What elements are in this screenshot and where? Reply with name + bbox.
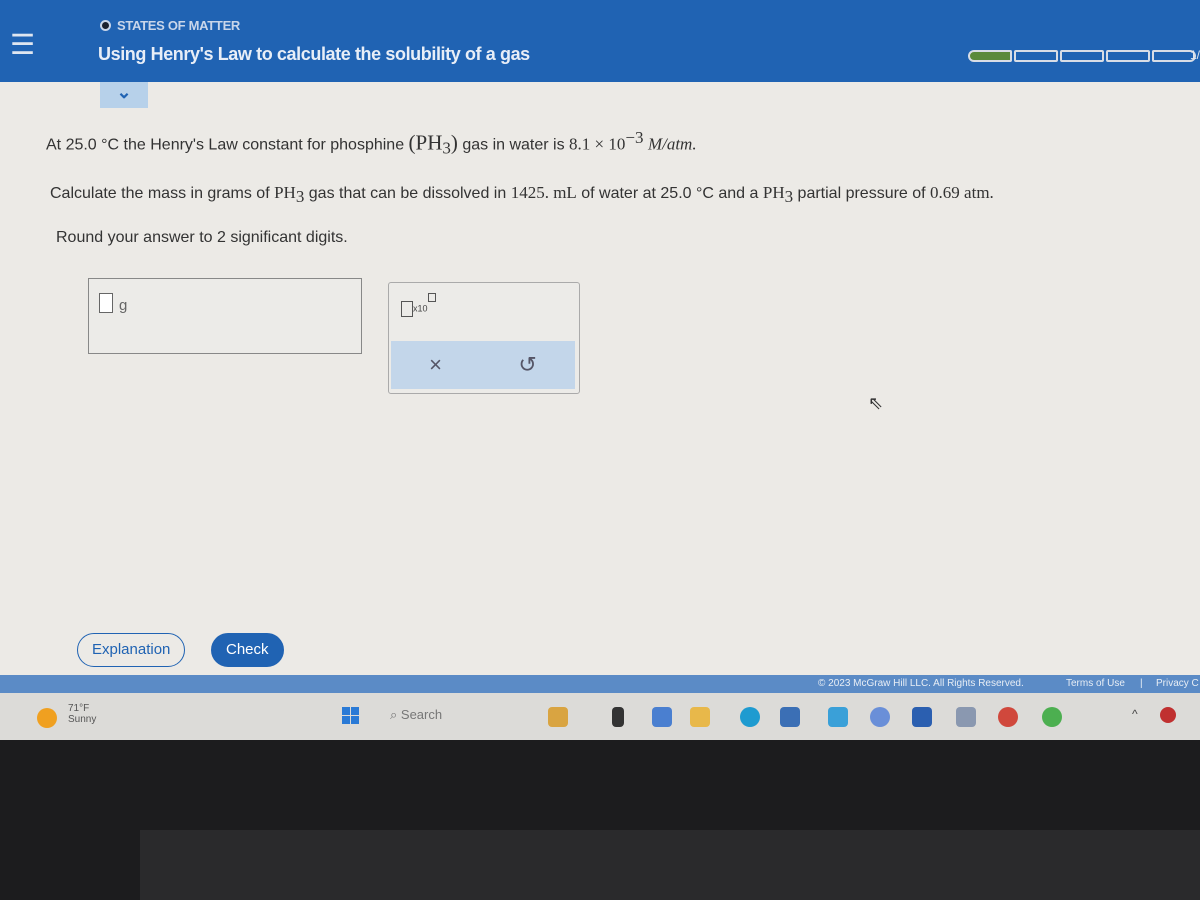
temperature: 71°F <box>68 703 90 714</box>
subscript: 3 <box>784 187 794 207</box>
text: Calculate the mass in grams of <box>50 185 275 202</box>
browser-screen: ☰ STATES OF MATTER Using Henry's Law to … <box>0 0 1200 740</box>
text: gas in water is <box>457 136 570 154</box>
topic-category: STATES OF MATTER <box>100 18 240 33</box>
chrome-profile-icon[interactable] <box>1042 707 1062 727</box>
sun-icon <box>37 708 57 728</box>
question-line-3: Round your answer to 2 significant digit… <box>56 229 348 246</box>
subscript: 3 <box>442 138 451 158</box>
question-line-2: Calculate the mass in grams of PH3 gas t… <box>50 183 994 207</box>
edge-icon[interactable] <box>740 707 760 727</box>
windows-start-icon[interactable] <box>342 707 359 724</box>
progress-segment <box>1014 50 1058 62</box>
copyright: © 2023 McGraw Hill LLC. All Rights Reser… <box>818 678 1024 689</box>
collapse-chevron-icon[interactable]: ⌄ <box>100 82 148 108</box>
close-icon[interactable]: × <box>429 352 442 378</box>
explanation-button[interactable]: Explanation <box>77 633 186 667</box>
text: gas that can be dissolved in <box>304 185 511 202</box>
mouse-cursor-icon: ⇖ <box>868 393 884 413</box>
progress-label: 1/ <box>1190 48 1200 62</box>
weather-widget[interactable]: 71°F Sunny <box>37 703 97 728</box>
question-line-1: At 25.0 °C the Henry's Law constant for … <box>46 128 697 159</box>
undo-icon[interactable]: ↺ <box>518 352 536 378</box>
category-label: STATES OF MATTER <box>117 18 241 33</box>
separator: | <box>1140 678 1143 689</box>
check-button[interactable]: Check <box>211 633 284 667</box>
page-title: Using Henry's Law to calculate the solub… <box>98 44 530 64</box>
formula: PH <box>274 183 296 202</box>
mail-icon[interactable] <box>828 707 848 727</box>
exponent: −3 <box>625 128 644 147</box>
unit: M/atm. <box>647 134 697 154</box>
hamburger-icon[interactable]: ☰ <box>10 28 35 61</box>
formula: PH <box>762 183 785 202</box>
henry-constant: 8.1 × 10 <box>569 134 626 154</box>
pressure: 0.69 atm. <box>930 183 994 202</box>
answer-unit: g <box>119 297 128 314</box>
onedrive-icon[interactable] <box>1160 707 1176 723</box>
chrome-icon[interactable] <box>998 707 1018 727</box>
laptop-bezel <box>140 830 1200 900</box>
answer-field[interactable]: g <box>88 278 362 354</box>
text: At 25.0 °C the Henry's Law constant for … <box>46 136 409 154</box>
store-icon[interactable] <box>780 707 800 727</box>
weather-condition: Sunny <box>68 714 97 725</box>
tool-row: × ↺ <box>391 341 575 389</box>
progress-segment <box>1060 50 1104 62</box>
formula-close: ) <box>450 130 458 155</box>
word-icon[interactable] <box>912 707 932 727</box>
text: of water at 25.0 °C and a <box>576 185 763 202</box>
taskbar: 71°F Sunny ⌕ Search ^ <box>0 693 1200 740</box>
text: partial pressure of <box>793 185 931 202</box>
calculator-icon[interactable] <box>956 707 976 727</box>
copilot-icon[interactable] <box>870 707 890 727</box>
privacy-link[interactable]: Privacy C <box>1156 678 1199 689</box>
x10-label: x10 <box>413 303 428 314</box>
volume: 1425. mL <box>510 183 577 202</box>
footer: © 2023 McGraw Hill LLC. All Rights Reser… <box>0 675 1200 693</box>
scientific-notation-button[interactable]: x10 <box>401 293 436 317</box>
header-bar: ☰ STATES OF MATTER Using Henry's Law to … <box>0 0 1200 82</box>
search-label: Search <box>400 707 443 722</box>
taskbar-search[interactable]: ⌕ Search <box>390 707 442 723</box>
app-icon[interactable] <box>612 707 624 727</box>
terms-link[interactable]: Terms of Use <box>1066 678 1125 689</box>
status-dot-icon <box>100 20 111 31</box>
video-app-icon[interactable] <box>652 707 672 727</box>
progress-segment <box>968 50 1012 62</box>
formula: (PH <box>408 130 443 155</box>
widgets-icon[interactable] <box>548 707 568 727</box>
chevron-up-icon[interactable]: ^ <box>1132 707 1138 721</box>
answer-input[interactable] <box>99 293 113 313</box>
progress-segment <box>1106 50 1150 62</box>
file-explorer-icon[interactable] <box>690 707 710 727</box>
progress-bar <box>968 50 1196 62</box>
math-toolbox: x10 × ↺ <box>388 282 580 394</box>
